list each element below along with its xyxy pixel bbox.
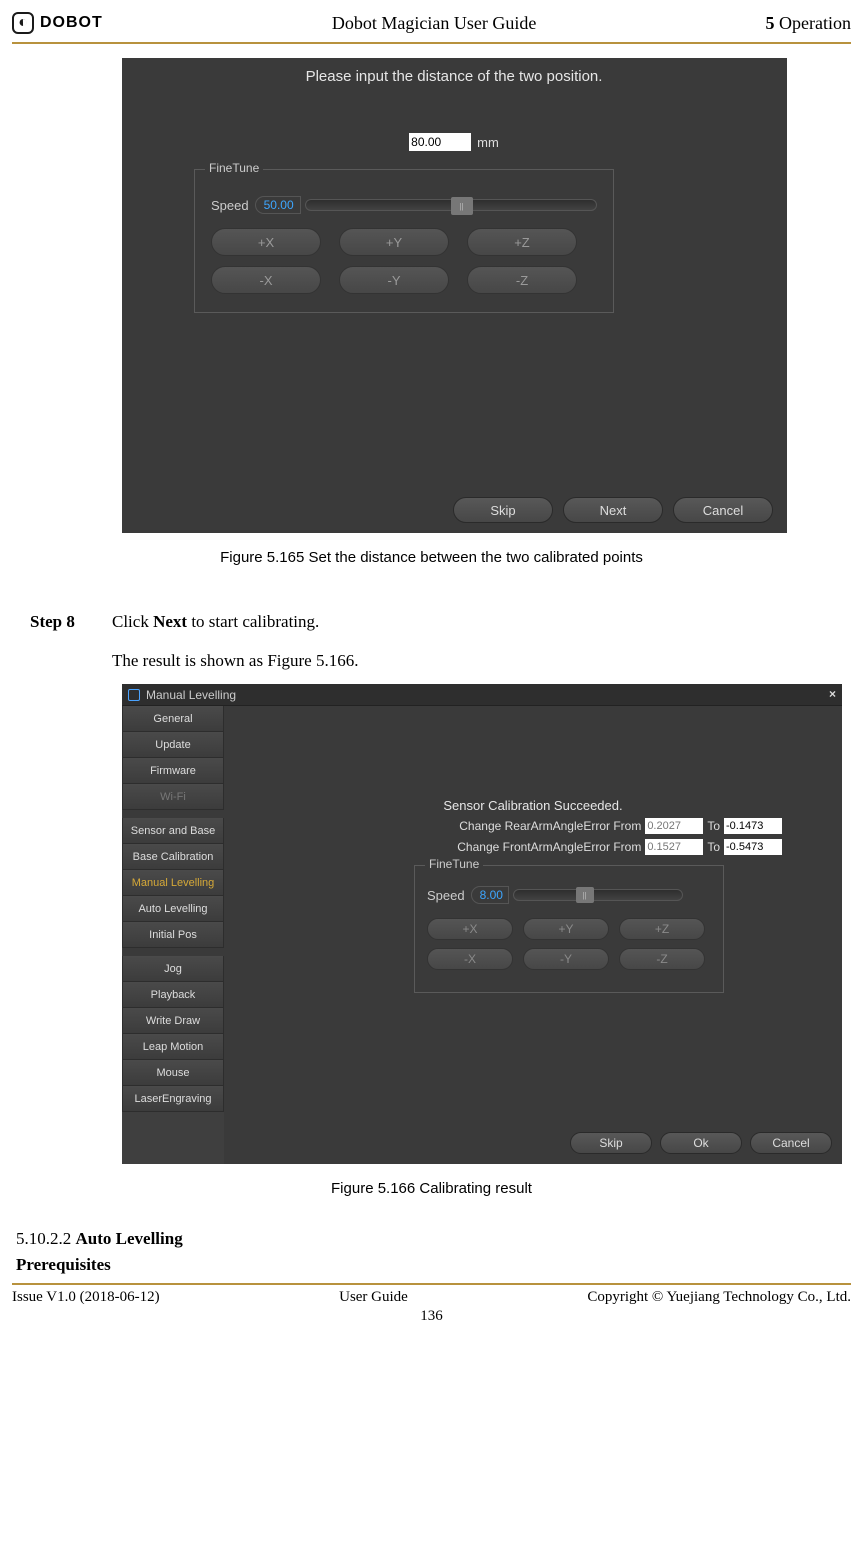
sidebar-item-auto-levelling[interactable]: Auto Levelling bbox=[122, 896, 224, 922]
rear-label: Change RearArmAngleError From bbox=[459, 819, 641, 833]
sidebar-item-laser-engraving[interactable]: LaserEngraving bbox=[122, 1086, 224, 1112]
doc-title: Dobot Magician User Guide bbox=[103, 13, 766, 34]
dialog-footer: Skip Next Cancel bbox=[453, 497, 773, 523]
jog-row-minus: -X -Y -Z bbox=[211, 266, 597, 294]
jog-minus-x-button[interactable]: -X bbox=[211, 266, 321, 294]
sidebar-item-mouse[interactable]: Mouse bbox=[122, 1060, 224, 1086]
sidebar-item-write-draw[interactable]: Write Draw bbox=[122, 1008, 224, 1034]
step-line2: The result is shown as Figure 5.166. bbox=[112, 644, 851, 678]
sidebar-gap bbox=[122, 948, 224, 956]
cancel-button[interactable]: Cancel bbox=[673, 497, 773, 523]
to-label: To bbox=[707, 840, 720, 854]
front-label: Change FrontArmAngleError From bbox=[457, 840, 641, 854]
speed-row: Speed 50.00 || bbox=[211, 196, 597, 214]
section-heading: 5.10.2.2 Auto Levelling bbox=[16, 1229, 851, 1249]
logo-text: DOBOT bbox=[40, 14, 103, 32]
jog-row-plus: +X +Y +Z bbox=[211, 228, 597, 256]
finetune-legend: FineTune bbox=[205, 161, 263, 175]
footer-right: Copyright © Yuejiang Technology Co., Ltd… bbox=[587, 1289, 851, 1306]
step-8: Step 8 Click Next to start calibrating. bbox=[30, 606, 851, 638]
footer-left: Issue V1.0 (2018-06-12) bbox=[12, 1289, 160, 1306]
jog-minus-z-button[interactable]: -Z bbox=[467, 266, 577, 294]
app-icon bbox=[128, 689, 140, 701]
next-button[interactable]: Next bbox=[563, 497, 663, 523]
front-to-field[interactable] bbox=[724, 839, 782, 855]
success-message: Sensor Calibration Succeeded. bbox=[224, 798, 842, 813]
page-number: 136 bbox=[12, 1308, 851, 1325]
slider-thumb[interactable]: || bbox=[451, 197, 473, 215]
sidebar-item-firmware[interactable]: Firmware bbox=[122, 758, 224, 784]
figure-165-window: Please input the distance of the two pos… bbox=[122, 58, 787, 533]
jog-minus-z-button[interactable]: -Z bbox=[619, 948, 705, 970]
front-from-field bbox=[645, 839, 703, 855]
finetune-group: FineTune Speed 50.00 || +X +Y +Z bbox=[194, 169, 614, 313]
distance-unit: mm bbox=[477, 135, 499, 150]
logo: ◐ DOBOT bbox=[12, 12, 103, 34]
window-titlebar: Manual Levelling × bbox=[122, 684, 842, 706]
skip-button[interactable]: Skip bbox=[570, 1132, 652, 1154]
figure-166-window: Manual Levelling × General Update Firmwa… bbox=[122, 684, 842, 1164]
jog-minus-x-button[interactable]: -X bbox=[427, 948, 513, 970]
close-icon[interactable]: × bbox=[829, 687, 836, 701]
rear-from-field bbox=[645, 818, 703, 834]
figure-166-caption: Figure 5.166 Calibrating result bbox=[12, 1180, 851, 1197]
sidebar-item-sensor-base[interactable]: Sensor and Base bbox=[122, 818, 224, 844]
prerequisites-heading: Prerequisites bbox=[16, 1255, 851, 1275]
speed-slider[interactable]: || bbox=[513, 889, 683, 901]
sidebar-item-initial-pos[interactable]: Initial Pos bbox=[122, 922, 224, 948]
jog-plus-y-button[interactable]: +Y bbox=[523, 918, 609, 940]
jog-minus-y-button[interactable]: -Y bbox=[339, 266, 449, 294]
speed-value: 50.00 bbox=[255, 196, 301, 214]
sidebar-item-jog[interactable]: Jog bbox=[122, 956, 224, 982]
sidebar-item-update[interactable]: Update bbox=[122, 732, 224, 758]
jog-row-plus: +X +Y +Z bbox=[427, 918, 711, 940]
figure-165-caption: Figure 5.165 Set the distance between th… bbox=[12, 549, 851, 566]
speed-row: Speed 8.00 || bbox=[427, 886, 711, 904]
jog-plus-z-button[interactable]: +Z bbox=[619, 918, 705, 940]
main-pane: Sensor Calibration Succeeded. Change Rea… bbox=[224, 706, 842, 1164]
jog-plus-x-button[interactable]: +X bbox=[211, 228, 321, 256]
window-title: Manual Levelling bbox=[146, 688, 236, 702]
sidebar-item-wifi[interactable]: Wi-Fi bbox=[122, 784, 224, 810]
slider-thumb[interactable]: || bbox=[576, 887, 594, 903]
sidebar-gap bbox=[122, 810, 224, 818]
sidebar-item-playback[interactable]: Playback bbox=[122, 982, 224, 1008]
sidebar-item-manual-levelling[interactable]: Manual Levelling bbox=[122, 870, 224, 896]
distance-dialog: Please input the distance of the two pos… bbox=[154, 60, 754, 325]
jog-plus-x-button[interactable]: +X bbox=[427, 918, 513, 940]
jog-minus-y-button[interactable]: -Y bbox=[523, 948, 609, 970]
dialog-footer: Skip Ok Cancel bbox=[570, 1132, 832, 1154]
section-indicator: 5 Operation bbox=[766, 13, 851, 34]
skip-button[interactable]: Skip bbox=[453, 497, 553, 523]
ok-button[interactable]: Ok bbox=[660, 1132, 742, 1154]
settings-sidebar: General Update Firmware Wi-Fi Sensor and… bbox=[122, 706, 224, 1164]
cancel-button[interactable]: Cancel bbox=[750, 1132, 832, 1154]
rear-to-field[interactable] bbox=[724, 818, 782, 834]
speed-label: Speed bbox=[427, 888, 465, 903]
to-label: To bbox=[707, 819, 720, 833]
distance-input[interactable] bbox=[409, 133, 471, 151]
footer-center: User Guide bbox=[339, 1289, 408, 1306]
finetune-group: FineTune Speed 8.00 || +X +Y +Z bbox=[414, 865, 724, 993]
page-footer: Issue V1.0 (2018-06-12) User Guide Copyr… bbox=[12, 1283, 851, 1306]
finetune-legend: FineTune bbox=[425, 857, 483, 871]
step-label: Step 8 bbox=[30, 612, 112, 632]
speed-value: 8.00 bbox=[471, 886, 509, 904]
distance-row: mm bbox=[164, 133, 744, 151]
sidebar-item-general[interactable]: General bbox=[122, 706, 224, 732]
sidebar-item-base-calibration[interactable]: Base Calibration bbox=[122, 844, 224, 870]
step-body: Click Next to start calibrating. bbox=[112, 606, 319, 638]
speed-label: Speed bbox=[211, 198, 249, 213]
logo-icon: ◐ bbox=[12, 12, 34, 34]
front-arm-row: Change FrontArmAngleError From To bbox=[224, 839, 782, 855]
jog-plus-y-button[interactable]: +Y bbox=[339, 228, 449, 256]
jog-plus-z-button[interactable]: +Z bbox=[467, 228, 577, 256]
sidebar-item-leap-motion[interactable]: Leap Motion bbox=[122, 1034, 224, 1060]
rear-arm-row: Change RearArmAngleError From To bbox=[224, 818, 782, 834]
jog-row-minus: -X -Y -Z bbox=[427, 948, 711, 970]
dialog-prompt: Please input the distance of the two pos… bbox=[164, 68, 744, 85]
speed-slider[interactable]: || bbox=[305, 199, 597, 211]
page-header: ◐ DOBOT Dobot Magician User Guide 5 Oper… bbox=[12, 10, 851, 38]
